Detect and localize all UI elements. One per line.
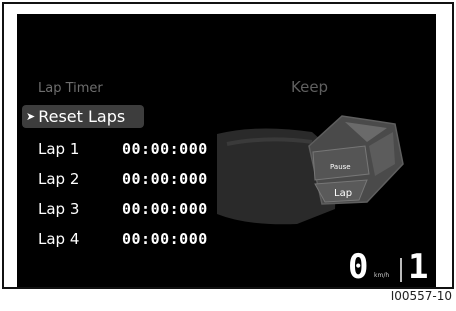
speed-gear-divider [400,258,402,282]
lap-row: Lap 1 00:00:000 [38,134,208,164]
speed-unit: km/h [374,272,390,279]
lap-time: 00:00:000 [122,140,208,158]
lap-label: Lap 4 [38,230,80,248]
lap-row: Lap 3 00:00:000 [38,194,208,224]
page-title: Lap Timer [38,81,103,96]
reset-laps-label: Reset Laps [38,107,126,126]
lap-label: Lap 2 [38,170,80,188]
speed-gear-indicator: 0 km/h 1 [348,248,436,286]
keep-label: Keep [291,78,329,96]
lap-label: Lap 3 [38,200,80,218]
reset-laps-menu-item[interactable]: ➤ Reset Laps [22,105,144,128]
pause-button-label: Pause [330,163,351,171]
lap-label: Lap 1 [38,140,80,158]
lap-time: 00:00:000 [122,170,208,188]
handlebar-controller-illustration: Pause Lap [217,115,404,225]
selection-arrow-icon: ➤ [26,110,36,123]
gear-value: 1 [408,247,429,287]
lap-time: 00:00:000 [122,230,208,248]
lap-row: Lap 4 00:00:000 [38,224,208,254]
figure-reference: I00557-10 [390,289,452,303]
lap-time: 00:00:000 [122,200,208,218]
lap-button-label: Lap [334,188,352,199]
display-screen: Pause Lap Keep Lap Timer ➤ Reset Laps Lap… [17,14,436,287]
lap-list: Lap 1 00:00:000 Lap 2 00:00:000 Lap 3 00… [38,134,208,254]
lap-row: Lap 2 00:00:000 [38,164,208,194]
speed-value: 0 [348,247,369,287]
